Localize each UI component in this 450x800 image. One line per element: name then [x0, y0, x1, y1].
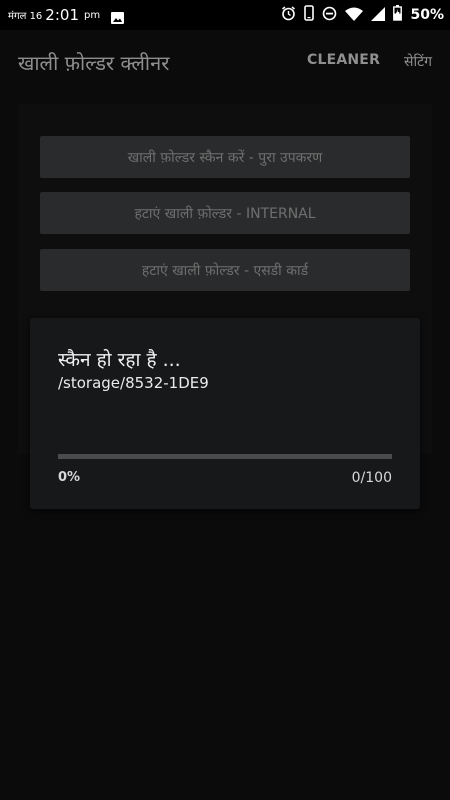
dnd-icon — [322, 6, 337, 25]
progress-percent: 0% — [58, 470, 81, 485]
progress-count: 0/100 — [351, 470, 392, 486]
signal-icon — [371, 6, 386, 25]
scan-progress-card: स्कैन हो रहा है ... /storage/8532-1DE9 0… — [30, 318, 420, 509]
app-bar: खाली फ़ोल्डर क्लीनर CLEANER सेटिंग — [0, 30, 450, 94]
wifi-icon — [345, 6, 364, 25]
battery-icon — [393, 5, 403, 25]
status-right: 50% — [281, 5, 444, 25]
app-title: खाली फ़ोल्डर क्लीनर — [18, 51, 170, 75]
status-ampm: pm — [83, 9, 101, 21]
status-time: 2:01 — [45, 6, 79, 24]
phone-icon — [304, 5, 315, 25]
status-bar: मंगल 16 2:01 pm 50% — [0, 0, 450, 30]
status-left: मंगल 16 2:01 pm — [8, 6, 125, 24]
remove-internal-button[interactable]: हटाएं खाली फ़ोल्डर - INTERNAL — [40, 192, 410, 234]
status-day: मंगल 16 — [8, 11, 43, 22]
battery-percent: 50% — [410, 7, 444, 23]
scan-path: /storage/8532-1DE9 — [58, 374, 209, 392]
scan-title: स्कैन हो रहा है ... — [58, 349, 181, 371]
progress-bar — [58, 454, 392, 459]
scan-all-button[interactable]: खाली फ़ोल्डर स्कैन करें - पुरा उपकरण — [40, 136, 410, 178]
image-icon — [111, 9, 125, 24]
tab-cleaner[interactable]: CLEANER — [307, 52, 380, 68]
remove-sdcard-button[interactable]: हटाएं खाली फ़ोल्डर - एसडी कार्ड — [40, 249, 410, 291]
alarm-icon — [281, 5, 296, 25]
tab-settings[interactable]: सेटिंग — [404, 52, 432, 71]
